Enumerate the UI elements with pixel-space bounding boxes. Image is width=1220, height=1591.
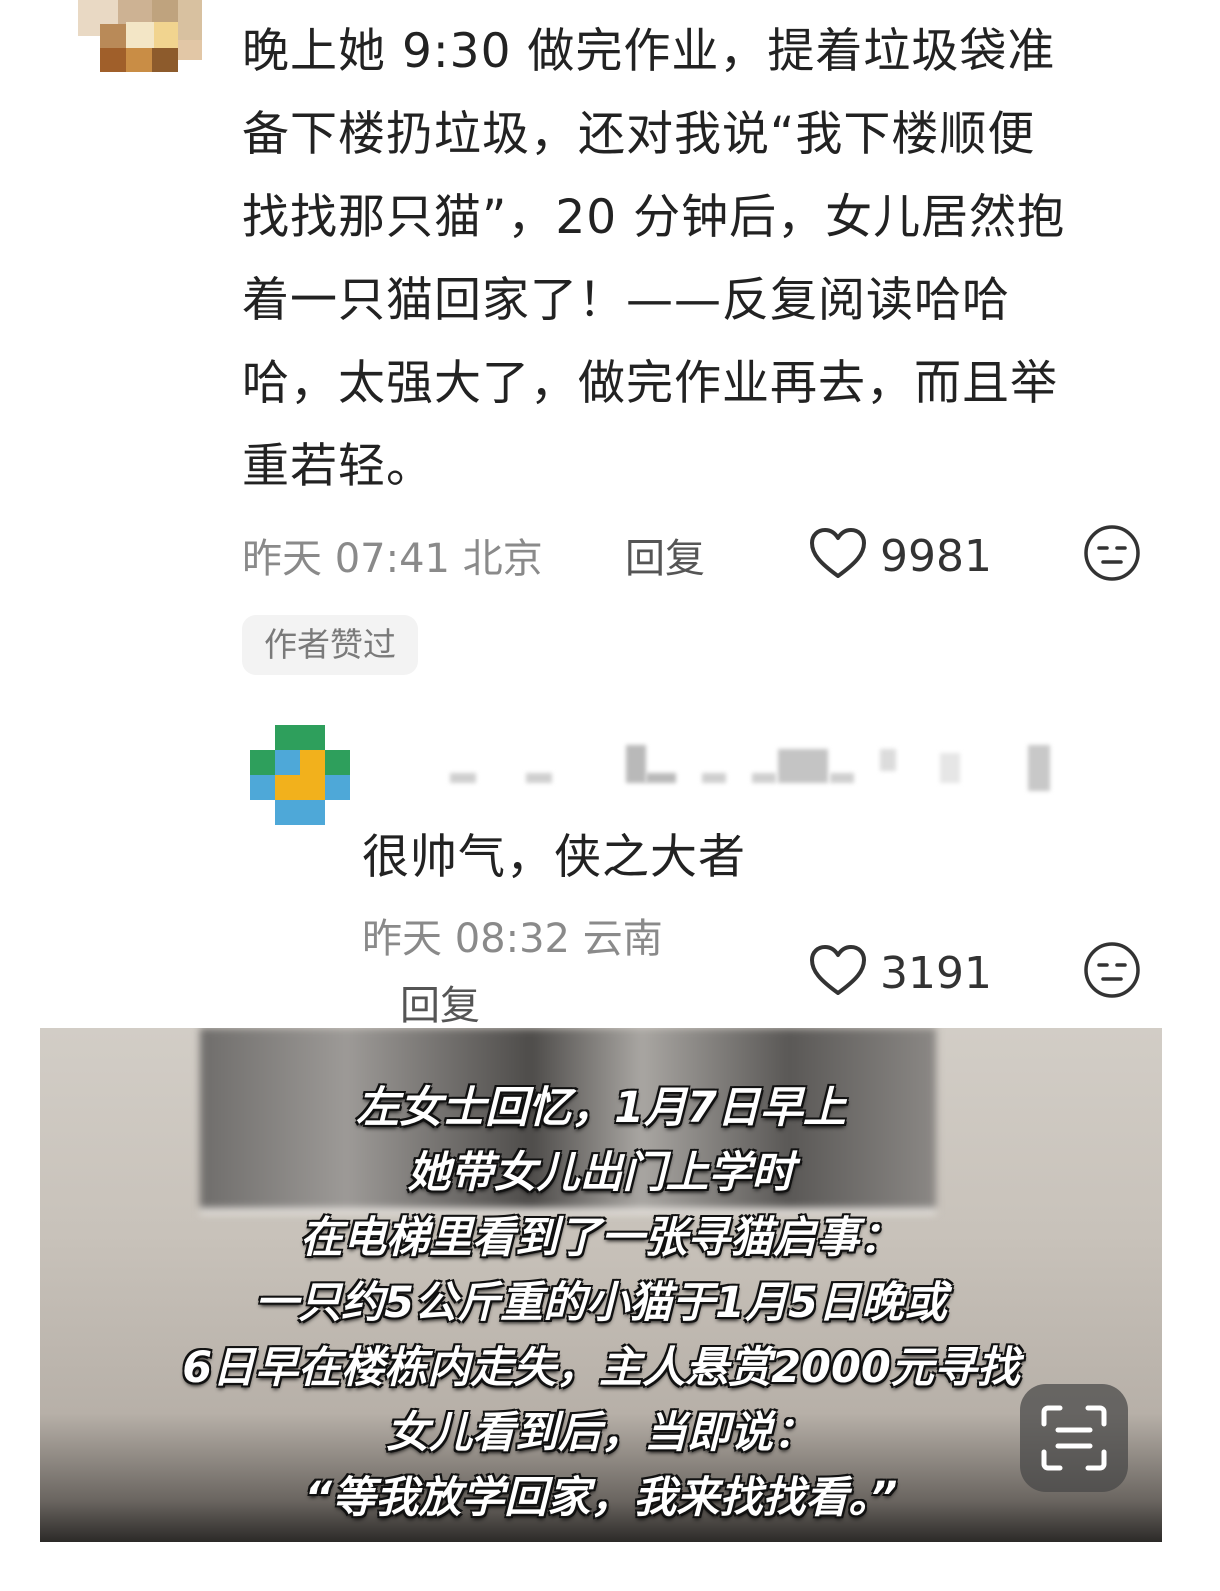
like-count: 9981 bbox=[880, 530, 992, 582]
reply-button[interactable]: 回复 bbox=[400, 973, 480, 1031]
comment-line: 找找那只猫”，20 分钟后，女儿居然抱 bbox=[242, 190, 1066, 245]
expressionless-face-icon[interactable] bbox=[1082, 940, 1142, 1004]
comment-line: 着一只猫回家了！——反复阅读哈哈 bbox=[242, 273, 1010, 328]
username-blurred bbox=[440, 745, 1060, 795]
scan-text-icon[interactable] bbox=[1020, 1384, 1128, 1492]
comment-timestamp: 昨天 07:41 北京 bbox=[242, 536, 543, 582]
subtitle-line: 在电梯里看到了一张寻猫启事： bbox=[300, 1213, 902, 1263]
reply-timestamp: 昨天 08:32 云南 bbox=[362, 916, 663, 962]
like-button[interactable]: 9981 bbox=[808, 527, 992, 585]
comment-line: 晚上她 9:30 做完作业，提着垃圾袋准 bbox=[242, 24, 1056, 79]
subtitle-line: 她带女儿出门上学时 bbox=[407, 1148, 795, 1198]
video-screenshot[interactable]: 左女士回忆，1月7日早上 她带女儿出门上学时 在电梯里看到了一张寻猫启事： 一只… bbox=[40, 1028, 1162, 1542]
avatar[interactable] bbox=[78, 0, 202, 72]
subtitle-line: 女儿看到后，当即说： bbox=[386, 1408, 816, 1458]
subtitle-line: “等我放学回家，我来找找看。” bbox=[304, 1473, 898, 1523]
avatar[interactable] bbox=[250, 725, 350, 825]
subtitle-line: 一只约5公斤重的小猫于1月5日晚或 bbox=[255, 1278, 947, 1328]
subtitle-line: 左女士回忆，1月7日早上 bbox=[356, 1083, 846, 1133]
like-button[interactable]: 3191 bbox=[808, 944, 992, 1002]
comment-text: 晚上她 9:30 做完作业，提着垃圾袋准 备下楼扔垃圾，还对我说“我下楼顺便 找… bbox=[242, 10, 1162, 508]
video-subtitles: 左女士回忆，1月7日早上 她带女儿出门上学时 在电梯里看到了一张寻猫启事： 一只… bbox=[40, 1076, 1162, 1531]
heart-outline-icon bbox=[808, 527, 868, 585]
comment-line: 重若轻。 bbox=[242, 439, 434, 494]
author-liked-badge: 作者赞过 bbox=[242, 615, 418, 675]
comment-line: 哈，太强大了，做完作业再去，而且举 bbox=[242, 356, 1058, 411]
heart-outline-icon bbox=[808, 944, 868, 1002]
comment-line: 备下楼扔垃圾，还对我说“我下楼顺便 bbox=[242, 107, 1036, 162]
like-count: 3191 bbox=[880, 947, 992, 999]
reply-text: 很帅气，侠之大者 bbox=[362, 830, 746, 885]
expressionless-face-icon[interactable] bbox=[1082, 523, 1142, 587]
reply-button[interactable]: 回复 bbox=[625, 526, 705, 584]
subtitle-line: 6日早在楼栋内走失，主人悬赏2000元寻找 bbox=[182, 1343, 1020, 1393]
